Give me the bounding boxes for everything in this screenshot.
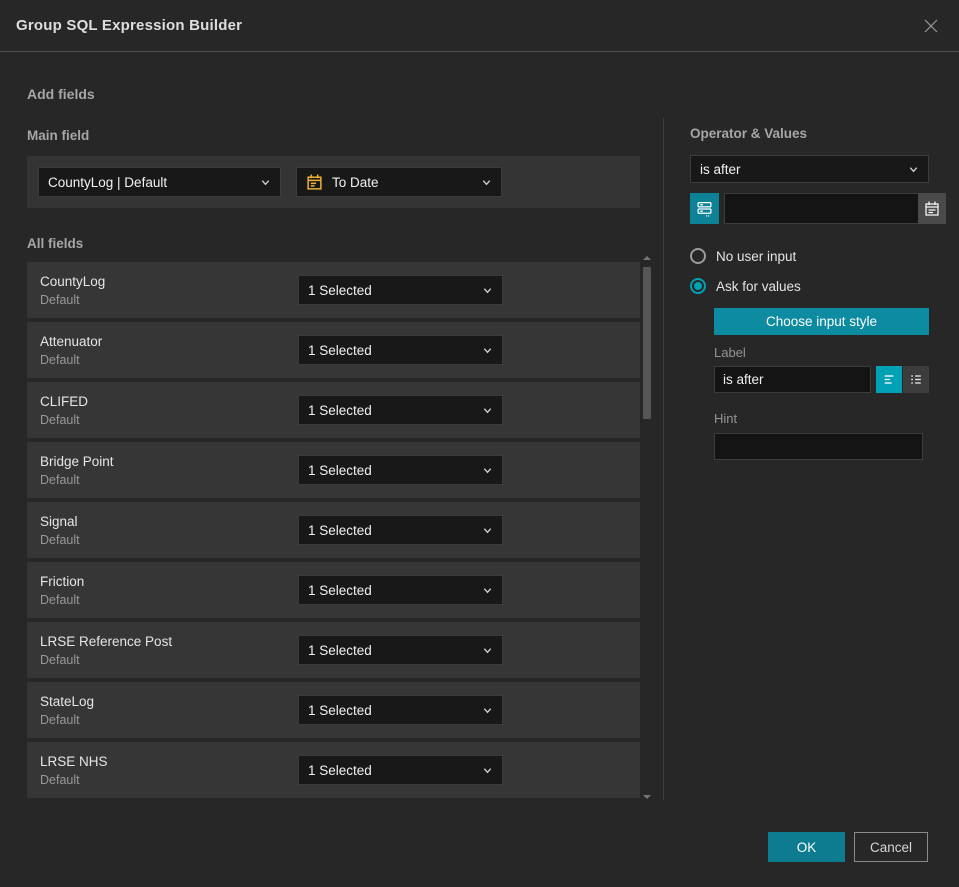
label-input-row bbox=[714, 366, 929, 393]
chevron-down-icon bbox=[483, 587, 492, 593]
scroll-up-icon[interactable] bbox=[643, 256, 651, 260]
chevron-down-icon bbox=[483, 467, 492, 473]
value-input[interactable] bbox=[724, 193, 918, 224]
single-value-style-button[interactable] bbox=[876, 366, 902, 393]
field-selection-value: 1 Selected bbox=[308, 342, 372, 358]
date-field-dropdown-value: To Date bbox=[332, 174, 379, 190]
field-selection-dropdown[interactable]: 1 Selected bbox=[298, 635, 503, 665]
field-row: LRSE NHS Default 1 Selected bbox=[27, 742, 640, 798]
radio-circle-icon bbox=[690, 248, 706, 264]
calendar-icon bbox=[925, 201, 939, 216]
field-selection-value: 1 Selected bbox=[308, 522, 372, 538]
field-row: Bridge Point Default 1 Selected bbox=[27, 442, 640, 498]
operator-dropdown[interactable]: is after bbox=[690, 155, 929, 183]
operator-values-panel: Operator & Values is after No user input bbox=[690, 120, 946, 460]
field-selection-dropdown[interactable]: 1 Selected bbox=[298, 455, 503, 485]
date-picker-button[interactable] bbox=[918, 193, 946, 224]
close-icon[interactable] bbox=[921, 16, 941, 36]
field-row: CLIFED Default 1 Selected bbox=[27, 382, 640, 438]
input-type-button[interactable] bbox=[690, 193, 719, 224]
list-style-button[interactable] bbox=[903, 366, 929, 393]
chevron-down-icon bbox=[483, 527, 492, 533]
chevron-down-icon bbox=[261, 179, 270, 185]
ask-values-options: Choose input style Label Hint bbox=[714, 294, 929, 460]
chevron-down-icon bbox=[483, 407, 492, 413]
radio-no-user-input[interactable]: No user input bbox=[690, 248, 929, 264]
chevron-down-icon bbox=[909, 166, 918, 172]
main-field-dropdown[interactable]: CountyLog | Default bbox=[38, 167, 281, 197]
field-row: CountyLog Default 1 Selected bbox=[27, 262, 640, 318]
field-selection-value: 1 Selected bbox=[308, 642, 372, 658]
field-selection-dropdown[interactable]: 1 Selected bbox=[298, 335, 503, 365]
field-selection-value: 1 Selected bbox=[308, 762, 372, 778]
label-caption: Label bbox=[714, 345, 746, 360]
main-field-label: Main field bbox=[27, 128, 90, 143]
date-field-dropdown[interactable]: To Date bbox=[296, 167, 502, 197]
field-selection-value: 1 Selected bbox=[308, 462, 372, 478]
choose-input-style-button[interactable]: Choose input style bbox=[714, 308, 929, 335]
field-row: StateLog Default 1 Selected bbox=[27, 682, 640, 738]
field-row: LRSE Reference Post Default 1 Selected bbox=[27, 622, 640, 678]
dialog-footer: OK Cancel bbox=[768, 832, 928, 862]
vertical-divider bbox=[663, 118, 664, 800]
field-selection-value: 1 Selected bbox=[308, 702, 372, 718]
hint-caption: Hint bbox=[714, 411, 738, 426]
field-selection-dropdown[interactable]: 1 Selected bbox=[298, 755, 503, 785]
field-selection-dropdown[interactable]: 1 Selected bbox=[298, 515, 503, 545]
field-selection-dropdown[interactable]: 1 Selected bbox=[298, 275, 503, 305]
main-field-panel: CountyLog | Default To Date bbox=[27, 156, 640, 208]
main-field-dropdown-value: CountyLog | Default bbox=[48, 174, 168, 190]
dialog-title: Group SQL Expression Builder bbox=[16, 17, 243, 34]
add-fields-heading: Add fields bbox=[27, 86, 95, 102]
align-left-icon bbox=[884, 375, 894, 384]
label-input[interactable] bbox=[714, 366, 871, 393]
radio-ask-for-values[interactable]: Ask for values bbox=[690, 278, 929, 294]
cancel-button[interactable]: Cancel bbox=[854, 832, 928, 862]
field-row: Attenuator Default 1 Selected bbox=[27, 322, 640, 378]
field-row: Signal Default 1 Selected bbox=[27, 502, 640, 558]
hint-input[interactable] bbox=[714, 433, 923, 460]
operator-values-heading: Operator & Values bbox=[690, 126, 808, 141]
chevron-down-icon bbox=[483, 647, 492, 653]
field-selection-dropdown[interactable]: 1 Selected bbox=[298, 575, 503, 605]
chevron-down-icon bbox=[483, 287, 492, 293]
value-input-row bbox=[690, 193, 946, 224]
ok-button[interactable]: OK bbox=[768, 832, 845, 862]
scroll-down-icon[interactable] bbox=[643, 795, 651, 799]
field-selection-value: 1 Selected bbox=[308, 402, 372, 418]
dialog-titlebar: Group SQL Expression Builder bbox=[0, 0, 959, 52]
field-selection-value: 1 Selected bbox=[308, 582, 372, 598]
stack-icon bbox=[697, 202, 712, 217]
chevron-down-icon bbox=[483, 767, 492, 773]
field-row: Friction Default 1 Selected bbox=[27, 562, 640, 618]
radio-circle-selected-icon bbox=[690, 278, 706, 294]
scrollbar-thumb[interactable] bbox=[643, 267, 651, 419]
all-fields-label: All fields bbox=[27, 236, 84, 251]
operator-dropdown-value: is after bbox=[700, 161, 741, 177]
fields-list-scrollbar bbox=[642, 254, 652, 799]
calendar-icon bbox=[307, 174, 322, 190]
list-icon bbox=[911, 375, 921, 384]
field-selection-value: 1 Selected bbox=[308, 282, 372, 298]
chevron-down-icon bbox=[482, 179, 491, 185]
field-selection-dropdown[interactable]: 1 Selected bbox=[298, 695, 503, 725]
field-selection-dropdown[interactable]: 1 Selected bbox=[298, 395, 503, 425]
chevron-down-icon bbox=[483, 707, 492, 713]
chevron-down-icon bbox=[483, 347, 492, 353]
all-fields-list: CountyLog Default 1 Selected Attenuator … bbox=[27, 262, 640, 802]
